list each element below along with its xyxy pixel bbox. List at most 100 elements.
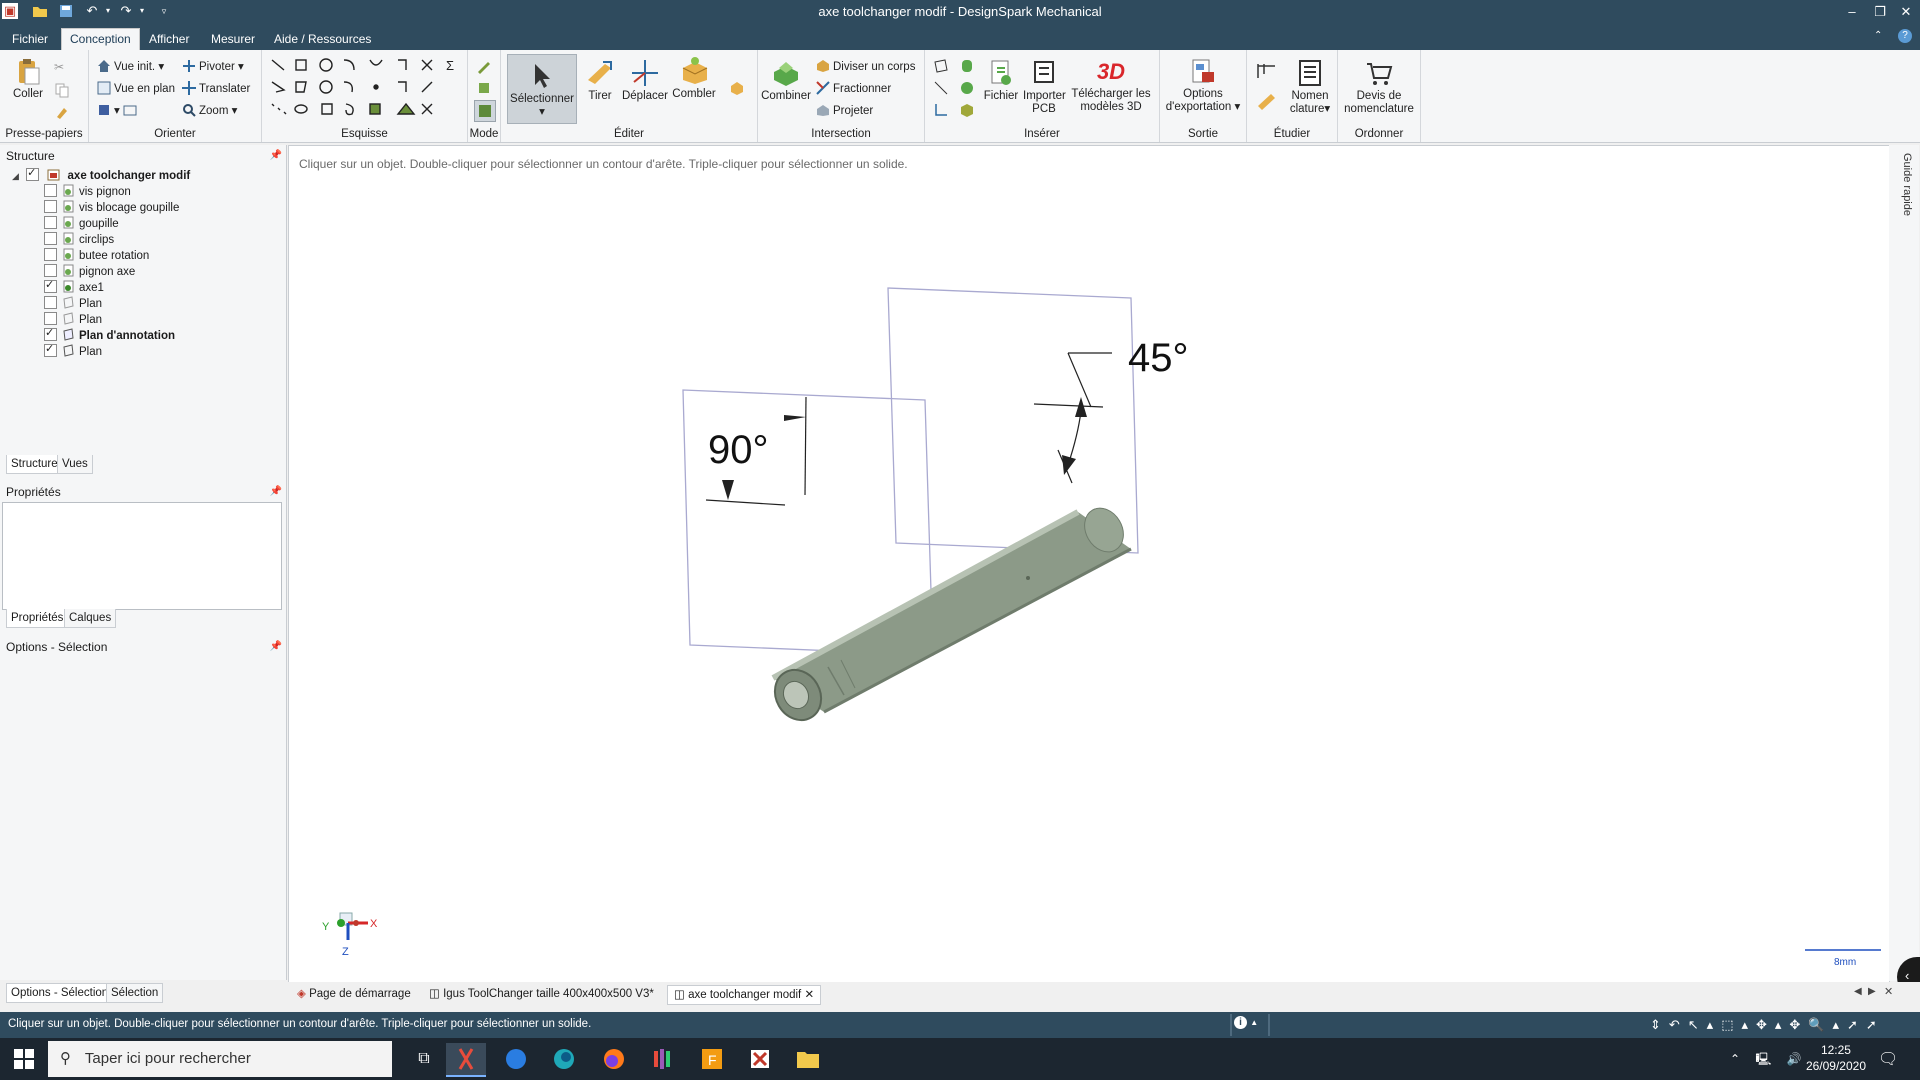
tree-checkbox[interactable] [44,264,57,277]
tree-item[interactable]: Plan [44,341,102,360]
close-all-tabs-icon[interactable]: ✕ [1884,985,1893,998]
sketch-tools-grid[interactable]: Σ [266,56,462,122]
tab-aide-ressources[interactable]: Aide / Ressources [266,29,379,50]
close-button[interactable]: ✕ [1892,0,1920,24]
tab-scroll-right-icon[interactable]: ▶ [1868,986,1876,997]
import-pcb-button[interactable]: Importer PCB [1023,58,1066,116]
tree-root[interactable]: ◢ axe toolchanger modif [12,165,190,184]
maximize-button[interactable]: ❐ [1866,0,1894,24]
mail-app-icon[interactable] [496,1043,536,1075]
insert-sphere-icon[interactable] [959,80,975,96]
tab-scroll-left-icon[interactable]: ◀ [1854,986,1862,997]
zoom-button[interactable]: Zoom ▾ [182,102,237,120]
designspark-taskbar-icon[interactable] [446,1043,486,1077]
collapse-ribbon-icon[interactable]: ⌃ [1874,30,1882,41]
home-view-button[interactable]: Vue init. ▾ [97,58,164,76]
tab-afficher[interactable]: Afficher [141,29,197,50]
tree-checkbox[interactable] [44,200,57,213]
paste-button[interactable]: Coller [6,56,50,101]
doc-tab-start-page[interactable]: ◈ Page de démarrage [291,985,417,1003]
tree-checkbox[interactable] [44,325,57,341]
tree-checkbox[interactable] [44,232,57,245]
collapse-arrow-icon[interactable]: ◢ [12,171,19,181]
insert-file-button[interactable]: Fichier [981,58,1021,103]
minimize-button[interactable]: – [1838,0,1866,24]
firefox-icon[interactable] [594,1043,634,1075]
section-mode-icon[interactable] [476,80,492,96]
download-3d-models-button[interactable]: 3D Télécharger les modèles 3D [1067,56,1155,114]
tree-checkbox[interactable] [44,216,57,229]
tree-checkbox[interactable] [44,277,57,293]
task-view-icon[interactable]: ⧉ [404,1043,444,1075]
tree-checkbox[interactable] [44,184,57,197]
insert-plane-icon[interactable] [933,58,949,74]
insert-cylinder-icon[interactable] [959,58,975,74]
insert-shell-icon[interactable] [959,102,975,118]
pin-icon[interactable]: 📌 [270,147,282,165]
tab-conception[interactable]: Conception [61,28,140,51]
select-button[interactable]: Sélectionner ▾ [507,54,577,124]
tab-options-selection[interactable]: Options - Sélection [6,983,114,1003]
tree-item[interactable]: vis pignon [44,184,131,200]
edge-browser-icon[interactable] [544,1043,584,1075]
view-cube-button[interactable]: ▾ [97,102,140,120]
app-bars-icon[interactable] [642,1043,682,1075]
split-body-button[interactable]: Diviser un corps [816,58,915,76]
angle-label-45[interactable]: 45° [1128,336,1189,380]
help-icon[interactable]: ? [1898,29,1912,43]
tree-checkbox[interactable] [44,248,57,261]
project-button[interactable]: Projeter [816,102,873,120]
export-options-button[interactable]: Options d'exportation ▾ [1162,56,1244,114]
tree-item[interactable]: axe1 [44,277,104,296]
measure-icon[interactable] [1255,60,1279,82]
taskbar-clock[interactable]: 12:25 26/09/2020 [1806,1042,1866,1074]
tab-structure[interactable]: Structure [6,455,63,474]
3d-mode-icon[interactable] [474,100,496,122]
replace-face-icon[interactable] [729,80,745,96]
angle-label-90[interactable]: 90° [708,428,769,472]
tree-item[interactable]: pignon axe [44,264,135,280]
view-tools-strip[interactable]: ⇕↶↖▴⬚▴✥▴✥🔍▴➚➚ [1650,1017,1885,1033]
plan-view-button[interactable]: Vue en plan [97,80,175,98]
doc-tab-igus-toolchanger[interactable]: ◫ Igus ToolChanger taille 400x400x500 V3… [423,985,660,1003]
tree-checkbox[interactable] [44,341,57,357]
tree-item[interactable]: circlips [44,232,114,248]
windows-start-icon[interactable] [14,1049,34,1069]
tab-mesurer[interactable]: Mesurer [203,29,263,50]
tree-item[interactable]: butee rotation [44,248,149,264]
properties-grid[interactable] [2,502,282,610]
fill-button[interactable]: Combler [671,56,717,101]
move-button[interactable]: Déplacer [621,58,669,103]
system-tray-icons[interactable]: ⌃ 🖳 🔊 [1730,1050,1808,1071]
file-explorer-icon[interactable] [788,1043,828,1075]
taskbar-search[interactable]: ⚲ Taper ici pour rechercher [48,1041,392,1077]
tree-item[interactable]: goupille [44,216,119,232]
tab-layers[interactable]: Calques [64,609,117,628]
rotate-button[interactable]: Pivoter ▾ [182,58,244,76]
fusion-app-icon[interactable]: F [692,1043,732,1075]
notification-center-icon[interactable]: 🗨 [1878,1049,1898,1069]
pin-icon[interactable]: 📌 [270,638,282,656]
bom-button[interactable]: Nomen clature▾ [1285,58,1335,116]
doc-tab-axe-toolchanger[interactable]: ◫ axe toolchanger modif ✕ [667,985,822,1005]
model-canvas[interactable]: 90° 45° X Y Z 8mm [288,145,1888,981]
tab-selection[interactable]: Sélection [106,983,164,1003]
info-button[interactable]: i ▲ [1234,1016,1264,1034]
bom-edit-icon[interactable] [1255,90,1279,112]
combine-button[interactable]: Combiner [760,58,812,103]
tree-item[interactable]: Plan d'annotation [44,325,175,344]
tree-checkbox[interactable] [44,312,57,325]
tree-checkbox[interactable] [44,296,57,309]
tree-checkbox[interactable] [26,165,40,181]
format-painter-icon[interactable] [54,104,70,120]
pin-icon[interactable]: 📌 [270,483,282,501]
close-tab-icon[interactable]: ✕ [804,989,814,1001]
quick-guide-tab[interactable]: Guide rapide [1901,153,1913,216]
tab-properties[interactable]: Propriétés [6,609,69,628]
bom-quote-button[interactable]: Devis de nomenclature [1340,58,1418,116]
angle-dimension-45[interactable] [1033,352,1112,484]
shaft-model[interactable] [766,501,1132,728]
pull-button[interactable]: Tirer [581,58,619,103]
pan-button[interactable]: Translater [182,80,250,98]
split-button[interactable]: Fractionner [816,80,891,98]
